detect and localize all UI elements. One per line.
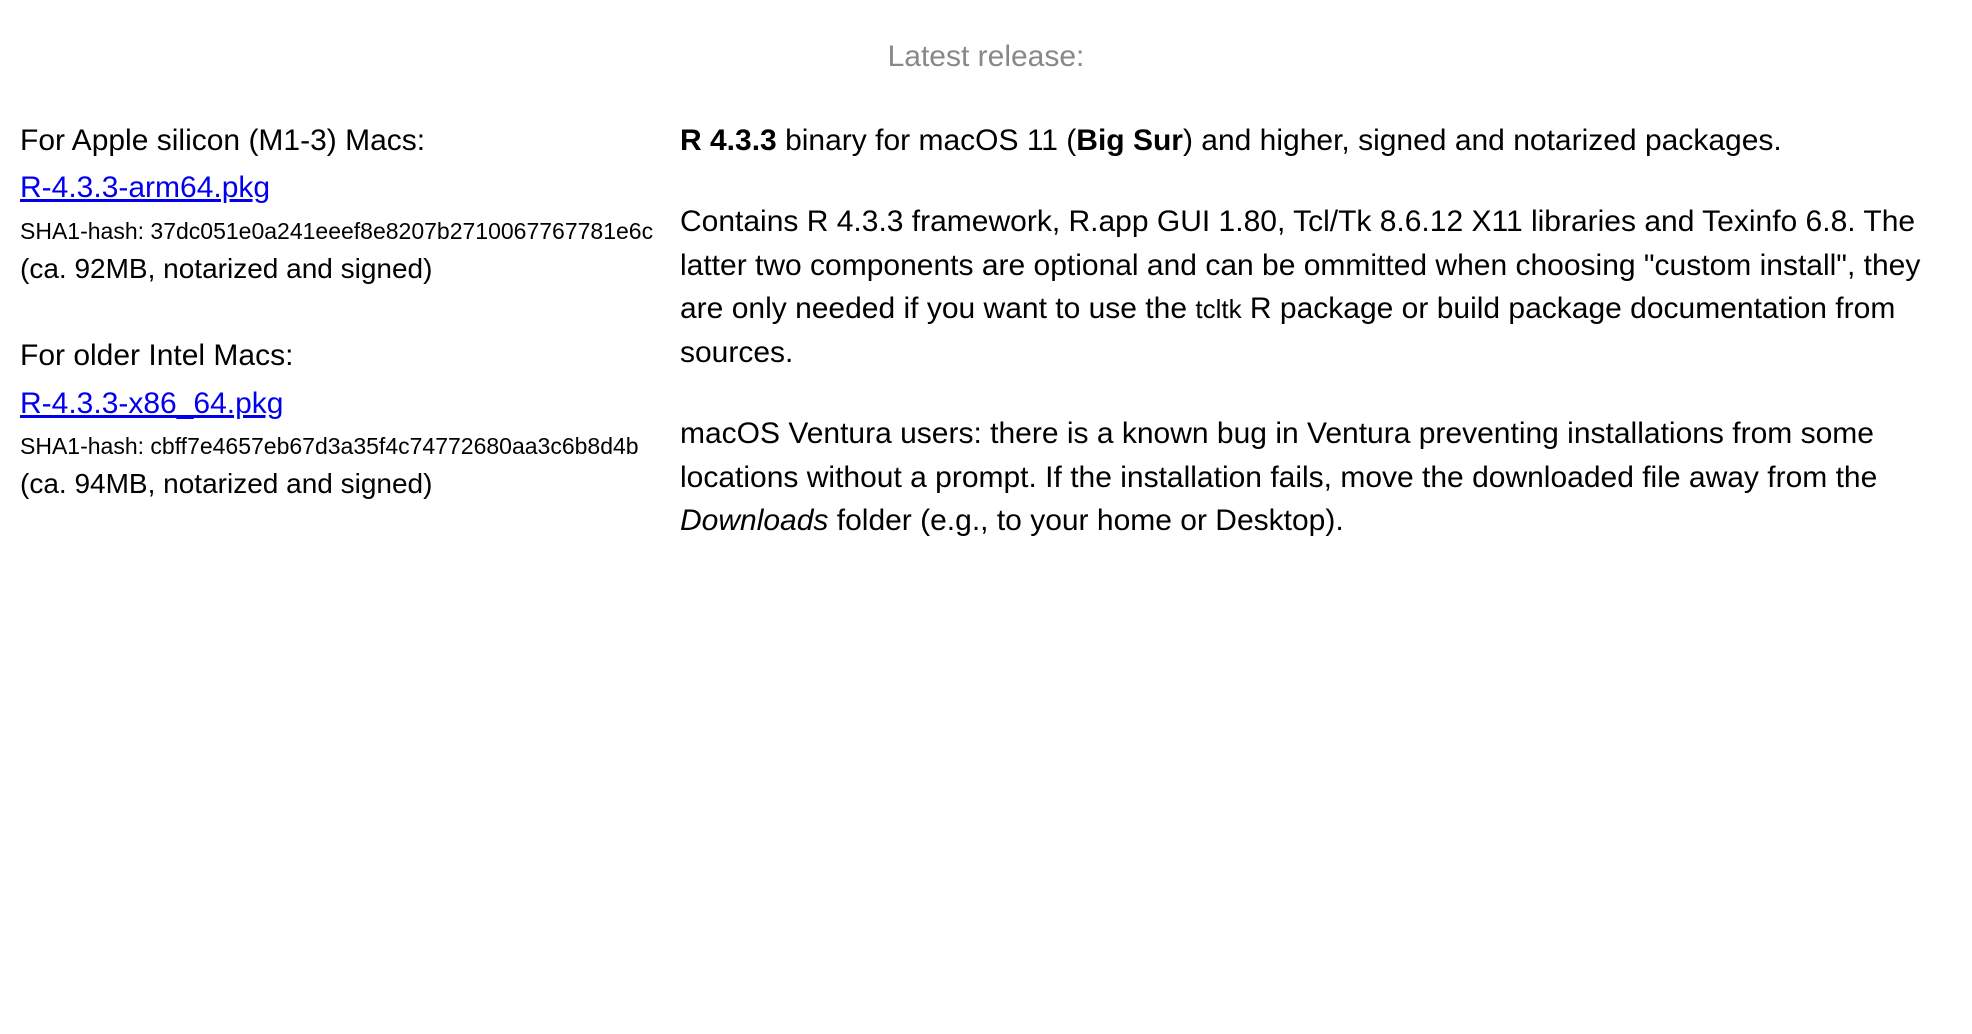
description-paragraph-3: macOS Ventura users: there is a known bu… [680, 412, 1952, 543]
p1-text-1: binary for macOS 11 ( [777, 124, 1077, 157]
p1-text-2: ) and higher, signed and notarized packa… [1183, 124, 1782, 157]
hash-label-intel: SHA1-hash: [20, 433, 150, 459]
description-paragraph-2: Contains R 4.3.3 framework, R.app GUI 1.… [680, 200, 1952, 374]
download-label-intel: For older Intel Macs: [20, 334, 660, 378]
hash-line-intel: SHA1-hash: cbff7e4657eb67d3a35f4c7477268… [20, 431, 660, 462]
download-link-intel[interactable]: R-4.3.3-x86_64.pkg [20, 387, 284, 420]
section-heading: Latest release: [20, 35, 1952, 79]
download-block-intel: For older Intel Macs: R-4.3.3-x86_64.pkg… [20, 334, 660, 505]
size-line-arm: (ca. 92MB, notarized and signed) [20, 249, 660, 290]
description-column: R 4.3.3 binary for macOS 11 (Big Sur) an… [680, 119, 1952, 581]
download-label-arm: For Apple silicon (M1-3) Macs: [20, 119, 660, 163]
download-link-arm[interactable]: R-4.3.3-arm64.pkg [20, 171, 270, 204]
hash-label-arm: SHA1-hash: [20, 218, 150, 244]
version-bold: R 4.3.3 [680, 124, 777, 157]
downloads-italic: Downloads [680, 504, 828, 537]
download-block-arm: For Apple silicon (M1-3) Macs: R-4.3.3-a… [20, 119, 660, 290]
p3-text-1: macOS Ventura users: there is a known bu… [680, 417, 1877, 494]
downloads-column: For Apple silicon (M1-3) Macs: R-4.3.3-a… [20, 119, 660, 581]
size-line-intel: (ca. 94MB, notarized and signed) [20, 464, 660, 505]
hash-value-intel: cbff7e4657eb67d3a35f4c74772680aa3c6b8d4b [150, 433, 638, 459]
hash-line-arm: SHA1-hash: 37dc051e0a241eeef8e8207b27100… [20, 216, 660, 247]
p3-text-2: folder (e.g., to your home or Desktop). [828, 504, 1343, 537]
osname-bold: Big Sur [1076, 124, 1183, 157]
hash-value-arm: 37dc051e0a241eeef8e8207b2710067767781e6c [150, 218, 653, 244]
content-container: For Apple silicon (M1-3) Macs: R-4.3.3-a… [20, 119, 1952, 581]
tcltk-code: tcltk [1195, 294, 1241, 324]
description-paragraph-1: R 4.3.3 binary for macOS 11 (Big Sur) an… [680, 119, 1952, 163]
